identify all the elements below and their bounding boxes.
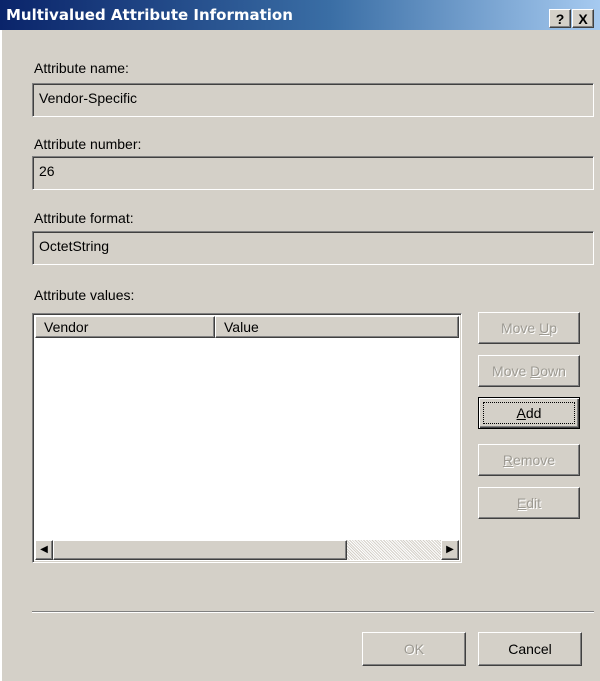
- scroll-left-icon[interactable]: ◀: [35, 540, 53, 560]
- dialog-window: Multivalued Attribute Information ? X At…: [0, 0, 600, 681]
- move-down-button[interactable]: Move Down: [478, 355, 580, 387]
- remove-label-key: R: [502, 452, 514, 468]
- column-header-vendor[interactable]: Vendor: [35, 316, 215, 338]
- scroll-thumb[interactable]: [53, 540, 347, 560]
- scroll-right-icon[interactable]: ▶: [441, 540, 459, 560]
- separator-line: [32, 611, 594, 613]
- remove-label-post: emove: [513, 452, 556, 468]
- attribute-number-label: Attribute number:: [34, 136, 142, 152]
- attribute-name-field: Vendor-Specific: [32, 83, 594, 117]
- edit-button[interactable]: Edit: [478, 487, 580, 519]
- ok-button[interactable]: OK: [362, 632, 466, 666]
- add-button[interactable]: Add: [478, 397, 580, 429]
- attribute-format-label: Attribute format:: [34, 210, 134, 226]
- attribute-values-list[interactable]: Vendor Value ◀ ▶: [32, 313, 462, 563]
- move-down-label-key: D: [530, 363, 541, 379]
- move-up-label-key: U: [539, 320, 550, 336]
- window-title: Multivalued Attribute Information: [6, 6, 293, 24]
- move-up-label-pre: Move: [500, 320, 540, 336]
- edit-label-post: dit: [526, 495, 542, 511]
- focus-rectangle: [483, 402, 575, 424]
- attribute-values-label: Attribute values:: [34, 287, 135, 303]
- attribute-format-field: OctetString: [32, 231, 594, 265]
- remove-button[interactable]: Remove: [478, 444, 580, 476]
- move-down-label-pre: Move: [492, 363, 531, 379]
- move-up-button[interactable]: Move Up: [478, 312, 580, 344]
- attribute-name-label: Attribute name:: [34, 60, 129, 76]
- close-button[interactable]: X: [572, 9, 594, 28]
- horizontal-scrollbar[interactable]: ◀ ▶: [35, 540, 459, 560]
- window-edge: [0, 30, 2, 681]
- cancel-button[interactable]: Cancel: [478, 632, 582, 666]
- attribute-number-field: 26: [32, 156, 594, 190]
- title-bar[interactable]: Multivalued Attribute Information ? X: [0, 0, 600, 30]
- help-button[interactable]: ?: [549, 9, 571, 28]
- move-down-label-post: own: [540, 363, 566, 379]
- edit-label-key: E: [516, 495, 527, 511]
- move-up-label-post: p: [549, 320, 558, 336]
- column-header-value[interactable]: Value: [215, 316, 459, 338]
